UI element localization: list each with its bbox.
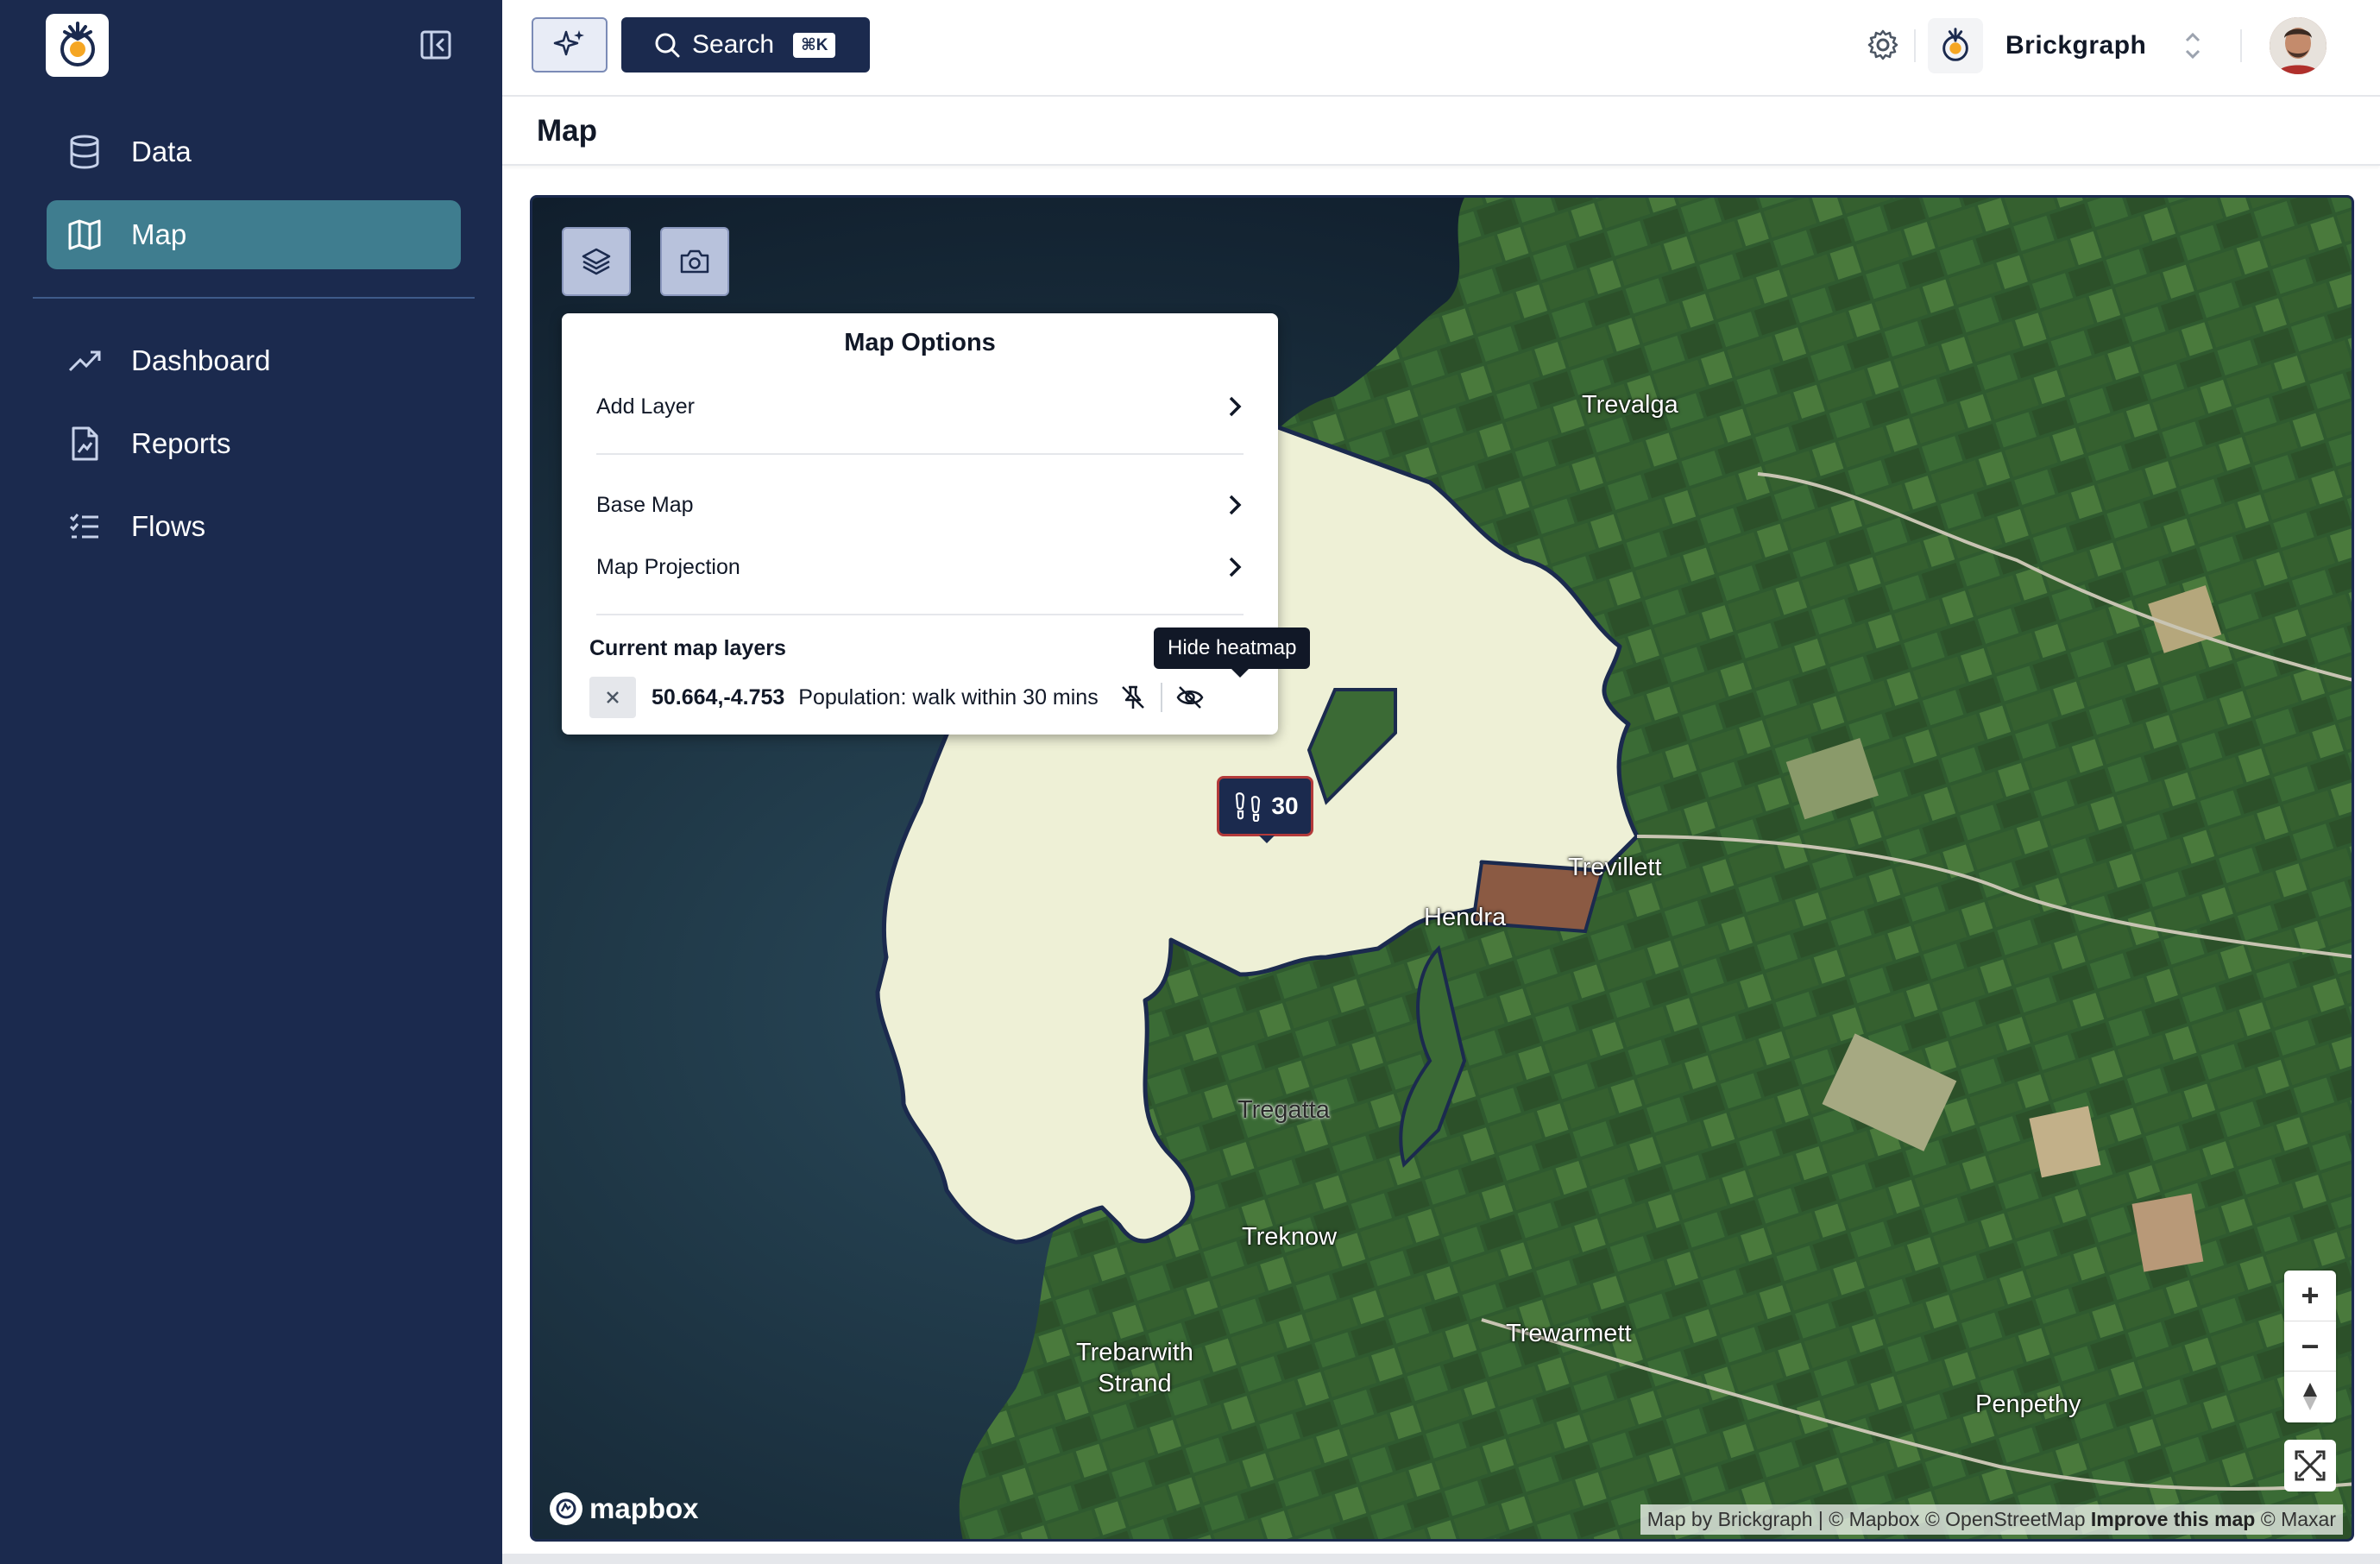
place-label-hendra: Hendra (1424, 904, 1507, 931)
maxar-attribution[interactable]: © Maxar (2261, 1508, 2336, 1530)
footprints-icon (1236, 792, 1261, 822)
eye-off-icon (1176, 686, 1204, 709)
bottom-strip (502, 1554, 2380, 1564)
place-label-penpethy: Penpethy (1975, 1391, 2081, 1418)
add-layer-menu-item[interactable]: Add Layer (596, 384, 1244, 429)
page-title: Map (537, 114, 597, 148)
topbar-divider (2240, 29, 2242, 62)
sidebar-item-dashboard[interactable]: Dashboard (47, 326, 461, 395)
sidebar-item-data[interactable]: Data (47, 117, 461, 186)
keyboard-shortcut-badge: ⌘K (793, 32, 836, 58)
sidebar-item-label: Map (131, 218, 187, 250)
map-options-panel: Map Options Add Layer Base Map Map Proje… (562, 313, 1278, 735)
layer-row: 50.664,-4.753 Population: walk within 30… (589, 676, 1271, 719)
topbar-divider (1914, 29, 1916, 62)
zoom-out-button[interactable]: − (2284, 1321, 2336, 1371)
chevron-right-icon (1229, 495, 1242, 515)
fullscreen-icon (2295, 1450, 2326, 1481)
org-name: Brickgraph (2005, 31, 2147, 60)
gear-icon (1867, 29, 1898, 60)
mapbox-logo-icon (550, 1492, 582, 1525)
ai-assistant-button[interactable] (532, 17, 608, 73)
reset-bearing-button[interactable] (2284, 1371, 2336, 1421)
close-icon (607, 691, 619, 703)
sidebar-item-flows[interactable]: Flows (47, 492, 461, 561)
organization-switcher[interactable]: Brickgraph (1928, 17, 2202, 74)
sparkles-icon (553, 30, 584, 56)
map-attribution: Map by Brickgraph | © Mapbox © OpenStree… (1640, 1504, 2343, 1535)
sidebar-item-label: Dashboard (131, 344, 271, 376)
camera-icon (680, 249, 709, 274)
fullscreen-button[interactable] (2284, 1440, 2336, 1491)
pin-off-icon (1121, 685, 1144, 709)
sidebar-item-label: Flows (131, 510, 206, 542)
map-canvas[interactable]: Trevalga Trevillett Hendra Tregatta Trek… (530, 195, 2354, 1542)
chevron-right-icon (1229, 396, 1242, 417)
sidebar: Data Map Dashboard Reports Flows (0, 0, 502, 1564)
place-label-trevillett: Trevillett (1568, 854, 1662, 881)
brickgraph-logo-icon (1942, 28, 1968, 61)
action-divider (1160, 683, 1162, 712)
current-layers-title: Current map layers (589, 636, 786, 660)
place-label-trevalga: Trevalga (1582, 391, 1678, 419)
panel-left-close-icon (420, 30, 451, 60)
chevron-up-down-icon (2185, 32, 2201, 60)
search-icon (655, 33, 680, 58)
place-label-trebarwith-strand: Trebarwith Strand (1076, 1337, 1193, 1399)
layers-icon (582, 248, 611, 275)
menu-divider (596, 453, 1244, 455)
mapbox-logo[interactable]: mapbox (550, 1492, 699, 1525)
screenshot-button[interactable] (660, 227, 729, 296)
place-label-trewarmett: Trewarmett (1506, 1320, 1632, 1347)
unpin-layer-button[interactable] (1111, 677, 1155, 718)
sidebar-item-label: Reports (131, 427, 231, 459)
map-options-title: Map Options (844, 329, 996, 356)
sidebar-item-reports[interactable]: Reports (47, 409, 461, 478)
remove-layer-button[interactable] (589, 677, 636, 718)
map-projection-menu-item[interactable]: Map Projection (596, 545, 1244, 590)
settings-button[interactable] (1866, 28, 1900, 62)
layer-name: Population: walk within 30 mins (798, 684, 1099, 709)
sidebar-item-map[interactable]: Map (47, 200, 461, 269)
chevron-right-icon (1229, 557, 1242, 577)
zoom-in-button[interactable]: + (2284, 1271, 2336, 1321)
search-label: Search (692, 30, 775, 59)
top-bar: Search ⌘K Brickgraph (502, 0, 2380, 97)
org-logo (1928, 18, 1983, 73)
menu-item-label: Add Layer (596, 394, 695, 419)
sidebar-item-label: Data (131, 136, 192, 167)
hide-heatmap-button[interactable] (1168, 677, 1212, 718)
app-logo[interactable] (46, 14, 109, 77)
layers-button[interactable] (562, 227, 631, 296)
report-icon (67, 426, 102, 461)
place-label-treknow: Treknow (1242, 1223, 1338, 1251)
menu-item-label: Base Map (596, 492, 694, 517)
menu-item-label: Map Projection (596, 554, 740, 579)
user-photo (2270, 17, 2326, 74)
collapse-sidebar-button[interactable] (419, 29, 453, 60)
place-label-tregatta: Tregatta (1237, 1096, 1330, 1124)
improve-map-link[interactable]: Improve this map (2091, 1508, 2255, 1530)
nav-divider (33, 297, 475, 299)
trending-up-icon (67, 344, 102, 378)
place-label-line: Trebarwith (1076, 1339, 1193, 1366)
hide-heatmap-tooltip: Hide heatmap (1154, 627, 1311, 678)
search-button[interactable]: Search ⌘K (621, 17, 870, 73)
walk-time-value: 30 (1271, 792, 1299, 819)
menu-divider (596, 614, 1244, 615)
layer-coordinates: 50.664,-4.753 (652, 684, 785, 709)
database-icon (67, 135, 102, 169)
walk-time-marker[interactable]: 30 (1217, 776, 1313, 843)
attribution-text[interactable]: Map by Brickgraph | © Mapbox © OpenStree… (1647, 1508, 2086, 1530)
user-avatar[interactable] (2270, 17, 2326, 74)
compass-icon (2303, 1382, 2317, 1410)
brickgraph-logo-icon (60, 21, 95, 66)
list-checks-icon (67, 509, 102, 544)
page-header: Map (502, 98, 2380, 166)
place-label-line: Strand (1098, 1370, 1172, 1397)
base-map-menu-item[interactable]: Base Map (596, 482, 1244, 527)
map-icon (67, 218, 102, 252)
zoom-controls: + − (2284, 1271, 2336, 1422)
mapbox-logo-text: mapbox (589, 1492, 699, 1524)
